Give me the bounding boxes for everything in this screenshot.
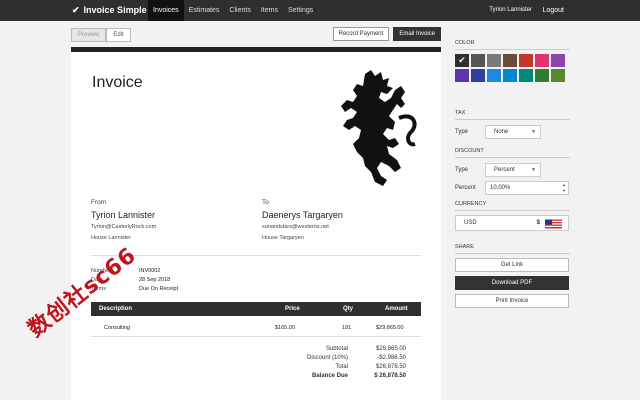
tax-type-row: Type None ▼	[455, 124, 570, 139]
chevron-down-icon: ▼	[531, 128, 536, 135]
nav-items[interactable]: Items	[256, 0, 283, 21]
color-swatch[interactable]	[471, 54, 485, 67]
color-swatch[interactable]	[519, 69, 533, 82]
tab-preview[interactable]: Preview	[71, 28, 107, 42]
download-pdf-button[interactable]: Download PDF	[455, 276, 569, 290]
discount-type-row: Type Percent ▼	[455, 162, 570, 177]
us-flag-icon	[545, 219, 562, 229]
nav-clients[interactable]: Clients	[224, 0, 255, 21]
color-swatch[interactable]	[535, 54, 549, 67]
color-swatch[interactable]	[551, 69, 565, 82]
tax-type-select[interactable]: None ▼	[485, 124, 541, 139]
subtotal-label: Subtotal	[325, 346, 348, 352]
color-swatch[interactable]	[455, 69, 469, 82]
brand-logo[interactable]: ✔ Invoice Simple	[72, 0, 147, 21]
view-tabs: Preview Edit	[71, 28, 131, 42]
invoice-terms: Due On Receipt	[139, 286, 179, 292]
item-price: $165.00	[275, 325, 295, 331]
discount-percent-input[interactable]: 10.00% ▲ ▼	[485, 180, 569, 195]
discount-type-value: Percent	[494, 166, 515, 173]
invoice-document: Invoice From Tyrion Lannister Tyrion@Cas…	[71, 47, 441, 400]
currency-symbol: $	[536, 220, 540, 226]
total-value: $26,878.50	[375, 364, 406, 370]
item-amount: $29,865.00	[376, 325, 404, 331]
color-swatch[interactable]	[503, 69, 517, 82]
subtotal-value: $29,865.00	[375, 346, 406, 352]
top-nav: ✔ Invoice Simple Invoices Estimates Clie…	[0, 0, 640, 21]
nav-estimates[interactable]: Estimates	[184, 0, 225, 21]
from-name: Tyrion Lannister	[91, 210, 156, 220]
row-divider	[91, 336, 421, 337]
invoice-actions: Record Payment Email Invoice	[332, 27, 441, 41]
color-swatch[interactable]	[487, 54, 501, 67]
discount-label: Discount (10%)	[306, 355, 348, 361]
discount-percent-value: 10.00%	[490, 184, 511, 191]
nav-invoices[interactable]: Invoices	[148, 0, 184, 21]
discount-value: -$2,986.50	[377, 355, 406, 361]
checkmark-icon: ✔	[72, 5, 80, 15]
color-swatch[interactable]	[535, 69, 549, 82]
tab-edit[interactable]: Edit	[106, 28, 131, 42]
tax-type-value: None	[494, 128, 509, 135]
color-swatch[interactable]	[503, 54, 517, 67]
col-qty: Qty	[343, 306, 354, 312]
section-divider	[91, 255, 421, 256]
currency-section-title: CURRENCY	[455, 201, 570, 211]
color-swatch[interactable]	[471, 69, 485, 82]
from-label: From	[91, 199, 107, 206]
tax-type-label: Type	[455, 128, 469, 135]
items-table-header: Description Price Qty Amount	[91, 302, 421, 316]
currency-code: USD	[464, 220, 477, 226]
col-price: Price	[285, 306, 300, 312]
checkmark-icon: ✔	[458, 55, 466, 65]
balance-value: $ 26,878.50	[374, 373, 406, 379]
user-name[interactable]: Tyrion Lannister	[489, 0, 532, 21]
from-address: House Lannister	[91, 235, 132, 241]
invoice-date: 28 Sep 2018	[139, 277, 171, 283]
email-invoice-button[interactable]: Email Invoice	[393, 27, 441, 41]
color-swatch[interactable]: ✔	[455, 54, 469, 67]
share-section-title: SHARE	[455, 244, 570, 254]
logout-link[interactable]: Logout	[543, 0, 564, 21]
to-email: sunandstars@westeros.net	[262, 224, 329, 230]
color-swatch[interactable]	[487, 69, 501, 82]
color-swatch[interactable]	[519, 54, 533, 67]
brand-name: Invoice Simple	[83, 5, 147, 15]
discount-section-title: DISCOUNT	[455, 148, 570, 158]
color-section-title: COLOR	[455, 40, 570, 50]
chevron-down-icon: ▼	[531, 166, 536, 173]
discount-type-select[interactable]: Percent ▼	[485, 162, 541, 177]
invoice-title: Invoice	[92, 74, 143, 91]
from-email: Tyrion@CasterlyRock.com	[91, 224, 157, 230]
item-description: Consulting	[104, 325, 130, 331]
discount-percent-label: Percent	[455, 184, 476, 191]
settings-sidebar: COLOR ✔ TAX Type None ▼ DISCOUNT Type Pe…	[455, 40, 570, 312]
col-amount: Amount	[385, 306, 408, 312]
color-swatch[interactable]	[551, 54, 565, 67]
balance-label: Balance Due	[311, 373, 348, 379]
to-name: Daenerys Targaryen	[262, 210, 343, 220]
to-address: House Targaryen	[262, 235, 304, 241]
item-qty: 181	[342, 325, 352, 331]
currency-select[interactable]: USD $	[455, 215, 569, 231]
table-row[interactable]: Consulting $165.00 181 $29,865.00	[91, 322, 421, 334]
total-label: Total	[335, 364, 348, 370]
invoice-number: INV0002	[139, 268, 161, 274]
to-label: To	[262, 199, 269, 206]
nav-links: Invoices Estimates Clients Items Setting…	[148, 0, 318, 21]
print-invoice-button[interactable]: Print Invoice	[455, 294, 569, 308]
get-link-button[interactable]: Get Link	[455, 258, 569, 272]
stepper-icon[interactable]: ▲ ▼	[562, 182, 566, 194]
discount-percent-row: Percent 10.00% ▲ ▼	[455, 180, 570, 195]
rampant-lion-logo	[341, 70, 417, 186]
discount-type-label: Type	[455, 166, 469, 173]
color-swatches: ✔	[455, 54, 570, 82]
tax-section-title: TAX	[455, 110, 570, 120]
col-description: Description	[99, 306, 133, 312]
record-payment-button[interactable]: Record Payment	[332, 27, 390, 41]
nav-settings[interactable]: Settings	[283, 0, 318, 21]
